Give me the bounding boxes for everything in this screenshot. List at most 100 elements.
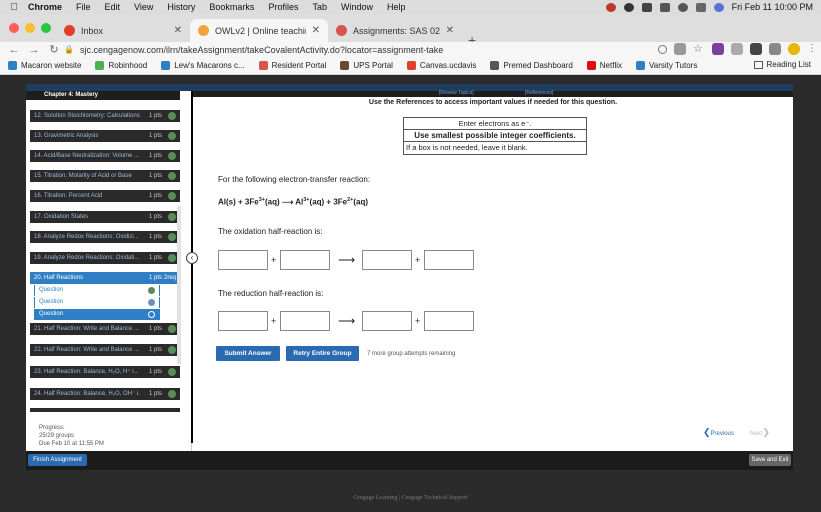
oxidation-product-1[interactable] — [362, 250, 412, 270]
menu-view[interactable]: View — [134, 2, 153, 12]
lock-icon[interactable]: 🔒 — [64, 45, 74, 54]
check-icon — [168, 233, 176, 241]
battery-icon[interactable] — [641, 2, 652, 12]
sidebar-item[interactable]: 13. Gravimetric Analysis 1 pts — [30, 130, 180, 142]
reduction-product-1[interactable] — [362, 311, 412, 331]
extension-ubo-icon[interactable] — [750, 43, 762, 55]
bookmark-label: Varsity Tutors — [649, 61, 698, 70]
back-icon[interactable]: ← — [8, 44, 20, 56]
menu-history[interactable]: History — [167, 2, 195, 12]
plus-sign: + — [271, 255, 277, 265]
siri-icon[interactable] — [713, 2, 724, 12]
oxidation-product-2[interactable] — [424, 250, 474, 270]
reduction-reactant-1[interactable] — [218, 311, 268, 331]
sidebar-item[interactable]: 24. Half Reaction: Balance, H₂O, OH⁻ i..… — [30, 388, 180, 400]
tab-assignments[interactable]: Assignments: SAS 020 A01 W ✕ — [328, 19, 462, 42]
more-menu-icon[interactable]: ⋮ — [807, 43, 817, 55]
bookmark-varsity-tutors[interactable]: Varsity Tutors — [636, 61, 697, 70]
extension-r-icon[interactable] — [712, 43, 724, 55]
reduction-reactant-2[interactable] — [280, 311, 330, 331]
bookmark-macaron-website[interactable]: Macaron website — [8, 61, 81, 70]
sidebar-item[interactable]: 19. Analyze Redox Reactions: Oxidati... 1… — [30, 252, 180, 264]
bookmark-premed-dashboard[interactable]: Premed Dashboard — [490, 61, 573, 70]
menu-app[interactable]: Chrome — [28, 2, 62, 12]
bookmark-canvas-ucdavis[interactable]: Canvas.ucdavis — [406, 61, 476, 70]
subquestion-item[interactable]: Question — [34, 297, 160, 308]
sidebar-item[interactable]: 17. Oxidation States 1 pts — [30, 211, 180, 223]
control-center-icon[interactable] — [695, 2, 706, 12]
review-topics-link[interactable]: [Review Topics] — [439, 90, 474, 96]
clock[interactable]: Fri Feb 11 10:00 PM — [732, 2, 813, 12]
close-tab-icon[interactable]: ✕ — [312, 25, 320, 36]
menu-bookmarks[interactable]: Bookmarks — [209, 2, 254, 12]
search-icon[interactable] — [677, 2, 688, 12]
next-label: Next — [750, 431, 763, 437]
sidebar-item-cutoff[interactable] — [30, 408, 180, 412]
sidebar-item[interactable]: 12. Solution Stoichiometry: Calculations… — [30, 110, 180, 122]
retry-group-button[interactable]: Retry Entire Group — [286, 346, 359, 361]
sidebar-item[interactable]: 22. Half Reaction: Write and Balance ...… — [30, 344, 180, 356]
menu-help[interactable]: Help — [387, 2, 406, 12]
item-label: 23. Half Reaction: Balance, H₂O, H⁺ i... — [34, 369, 139, 375]
submit-answer-button[interactable]: Submit Answer — [216, 346, 280, 361]
item-points: 1 pts — [148, 193, 162, 199]
puzzle-icon[interactable] — [769, 43, 781, 55]
record-icon[interactable] — [605, 2, 616, 12]
sidebar-item[interactable]: 21. Half Reaction: Write and Balance ...… — [30, 323, 180, 335]
extension-grey-icon[interactable] — [731, 43, 743, 55]
next-button[interactable]: Next❯ — [750, 427, 770, 438]
bookmark-favicon-icon — [340, 61, 350, 70]
sidebar-item-active[interactable]: 20. Half Reactions 1 pts 2req — [30, 272, 180, 284]
close-tab-icon[interactable]: ✕ — [174, 25, 182, 36]
references-link[interactable]: [References] — [525, 90, 553, 96]
menubar-status: Fri Feb 11 10:00 PM — [605, 0, 813, 14]
reaction-part: (aq) — [353, 197, 369, 207]
subquestion-item-selected[interactable]: Question — [34, 309, 160, 320]
sidebar-item[interactable]: 15. Titration: Molarity of Acid or Base 1… — [30, 170, 180, 182]
subquestion-item[interactable]: Question — [34, 285, 160, 296]
tab-owlv2[interactable]: OWLv2 | Online teaching and le ✕ — [190, 19, 328, 42]
oxidation-reactant-1[interactable] — [218, 250, 268, 270]
bookmark-star-icon[interactable]: ☆ — [693, 43, 705, 55]
tab-inbox[interactable]: Inbox ✕ — [56, 19, 190, 42]
bookmark-resident-portal[interactable]: Resident Portal — [258, 61, 326, 70]
item-points: 1 pts — [148, 326, 162, 332]
reading-list-button[interactable]: Reading List — [753, 60, 811, 69]
sidebar-item[interactable]: 18. Analyze Redox Reactions: Oxidizi... 1… — [30, 231, 180, 243]
bookmark-netflix[interactable]: Netflix — [586, 61, 622, 70]
item-label: 19. Analyze Redox Reactions: Oxidati... — [34, 255, 140, 261]
forward-icon[interactable]: → — [28, 44, 40, 56]
share-icon[interactable] — [674, 43, 686, 55]
progress-label: Progress: — [39, 425, 65, 431]
menu-profiles[interactable]: Profiles — [268, 2, 298, 12]
moon-icon[interactable] — [623, 2, 634, 12]
minimize-window-button[interactable] — [25, 23, 35, 33]
close-window-button[interactable] — [9, 23, 19, 33]
menu-window[interactable]: Window — [341, 2, 373, 12]
zoom-icon[interactable] — [658, 44, 667, 54]
reduction-product-2[interactable] — [424, 311, 474, 331]
sidebar-scrollbar[interactable] — [177, 206, 181, 364]
menu-tab[interactable]: Tab — [312, 2, 327, 12]
sidebar-item[interactable]: 14. Acid/Base Neutralization: Volume ...… — [30, 150, 180, 162]
reaction-arrow: ⟶ — [338, 314, 356, 328]
address-bar[interactable]: 🔒 sjc.cengagenow.com/ilrn/takeAssignment… — [64, 42, 443, 57]
menu-file[interactable]: File — [76, 2, 91, 12]
menu-edit[interactable]: Edit — [105, 2, 121, 12]
profile-avatar[interactable] — [788, 43, 800, 55]
bookmark-robinhood[interactable]: Robinhood — [95, 61, 147, 70]
reload-icon[interactable]: ↻ — [48, 43, 60, 56]
sidebar-item[interactable]: 16. Titration: Percent Acid 1 pts — [30, 190, 180, 202]
bookmark-lews-macarons[interactable]: Lew's Macarons c... — [161, 61, 245, 70]
zoom-window-button[interactable] — [41, 23, 51, 33]
close-tab-icon[interactable]: ✕ — [446, 25, 454, 36]
previous-button[interactable]: ❮Previous — [703, 427, 734, 438]
oxidation-reactant-2[interactable] — [280, 250, 330, 270]
wifi-icon[interactable] — [659, 2, 670, 12]
bookmark-ups-portal[interactable]: UPS Portal — [340, 61, 393, 70]
apple-icon[interactable]:  — [0, 2, 28, 13]
sidebar-item[interactable]: 23. Half Reaction: Balance, H₂O, H⁺ i...… — [30, 366, 180, 378]
save-exit-button[interactable]: Save and Exit — [749, 454, 791, 466]
finish-assignment-button[interactable]: Finish Assignment — [28, 454, 87, 466]
url-text[interactable]: sjc.cengagenow.com/ilrn/takeAssignment/t… — [80, 45, 443, 55]
